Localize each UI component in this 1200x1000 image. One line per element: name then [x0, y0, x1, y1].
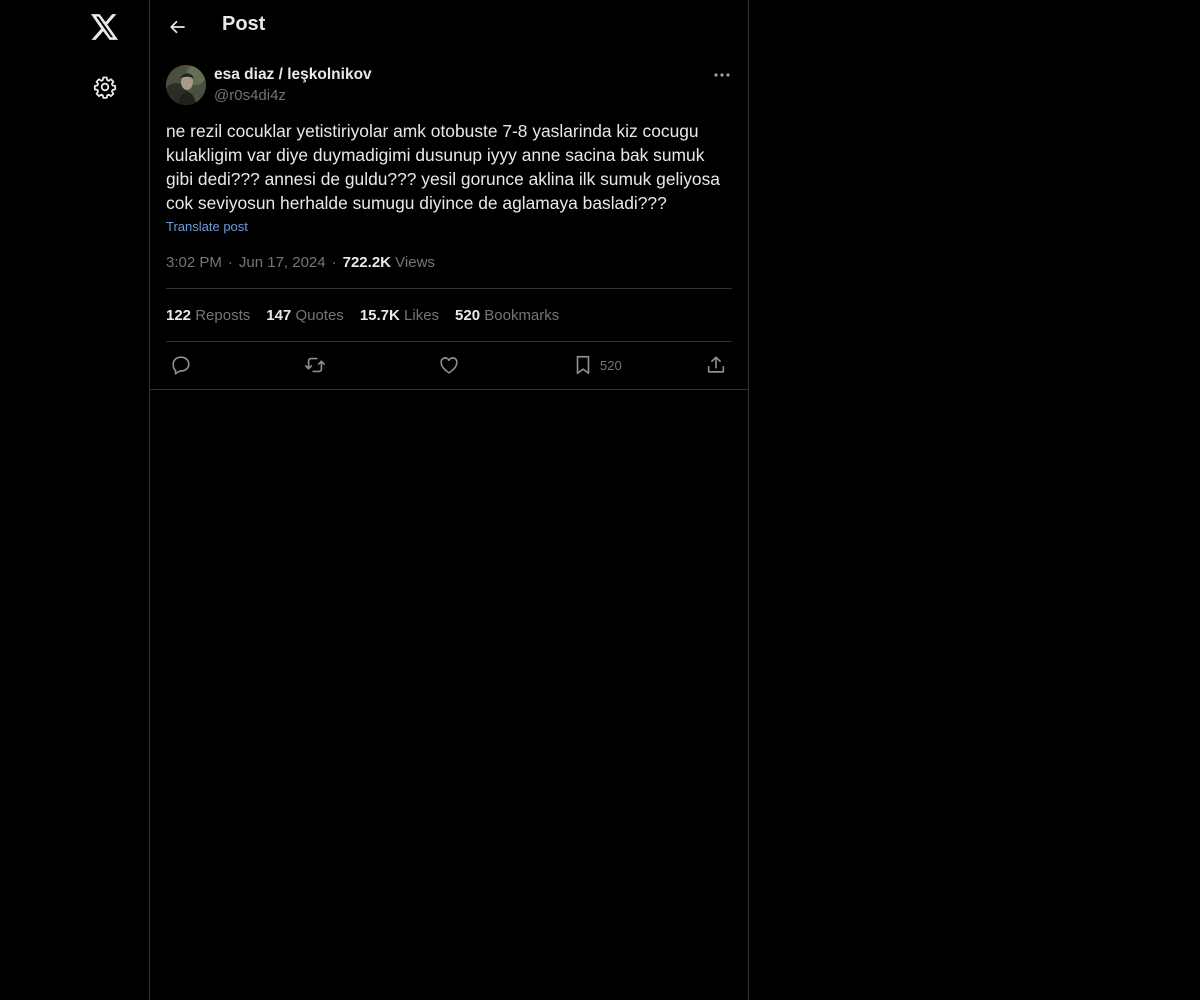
- like-button[interactable]: [438, 351, 460, 379]
- avatar[interactable]: [166, 65, 206, 105]
- post-actions: 520: [166, 351, 732, 379]
- page-header: Post: [150, 0, 748, 53]
- bookmark-icon: [576, 355, 590, 375]
- gear-icon: [93, 76, 117, 99]
- views-label: Views: [395, 254, 435, 271]
- post-time[interactable]: 3:02 PM: [166, 254, 222, 271]
- author-name[interactable]: esa diaz / leşkolnikov: [214, 66, 372, 84]
- app: Post esa diaz / leşkolnikov @r0s4di4z ne…: [0, 0, 1200, 1000]
- divider: [166, 288, 732, 289]
- more-horizontal-icon: [714, 73, 730, 77]
- bookmark-count: 520: [600, 357, 622, 373]
- stat-reposts[interactable]: 122 Reposts: [166, 307, 250, 324]
- separator: ·: [331, 254, 337, 271]
- stat-quotes[interactable]: 147 Quotes: [266, 307, 344, 324]
- back-button[interactable]: [161, 10, 195, 44]
- separator: ·: [227, 254, 233, 271]
- more-options-button[interactable]: [710, 65, 734, 85]
- x-logo-button[interactable]: [83, 5, 127, 49]
- author-handle[interactable]: @r0s4di4z: [214, 87, 286, 104]
- heart-icon: [440, 357, 458, 374]
- arrow-left-icon: [170, 20, 185, 34]
- stat-likes[interactable]: 15.7K Likes: [360, 307, 439, 324]
- post-text: ne rezil cocuklar yetistiriyolar amk oto…: [166, 121, 720, 213]
- bookmark-button[interactable]: 520: [572, 351, 622, 379]
- settings-button[interactable]: [83, 65, 127, 109]
- main-column: Post esa diaz / leşkolnikov @r0s4di4z ne…: [149, 0, 749, 1000]
- avatar-image: [166, 65, 206, 105]
- share-icon: [707, 356, 725, 373]
- page-title: Post: [222, 13, 266, 35]
- x-logo-icon: [91, 14, 119, 40]
- divider: [166, 341, 732, 342]
- stat-bookmarks[interactable]: 520 Bookmarks: [455, 307, 559, 324]
- repost-icon: [305, 357, 325, 373]
- post-date[interactable]: Jun 17, 2024: [239, 254, 326, 271]
- reply-button[interactable]: [170, 351, 192, 379]
- views-count: 722.2K: [342, 254, 391, 271]
- left-nav: [0, 0, 149, 1000]
- reply-icon: [172, 356, 190, 375]
- post-stats: 122 Reposts 147 Quotes 15.7K Likes 520 Book…: [166, 307, 575, 324]
- post-bottom-border: [150, 389, 748, 390]
- share-button[interactable]: [705, 351, 727, 379]
- translate-post-link[interactable]: Translate post: [166, 219, 248, 234]
- repost-button[interactable]: [303, 351, 327, 379]
- post-meta: 3:02 PM · Jun 17, 2024 · 722.2K Views: [166, 254, 435, 271]
